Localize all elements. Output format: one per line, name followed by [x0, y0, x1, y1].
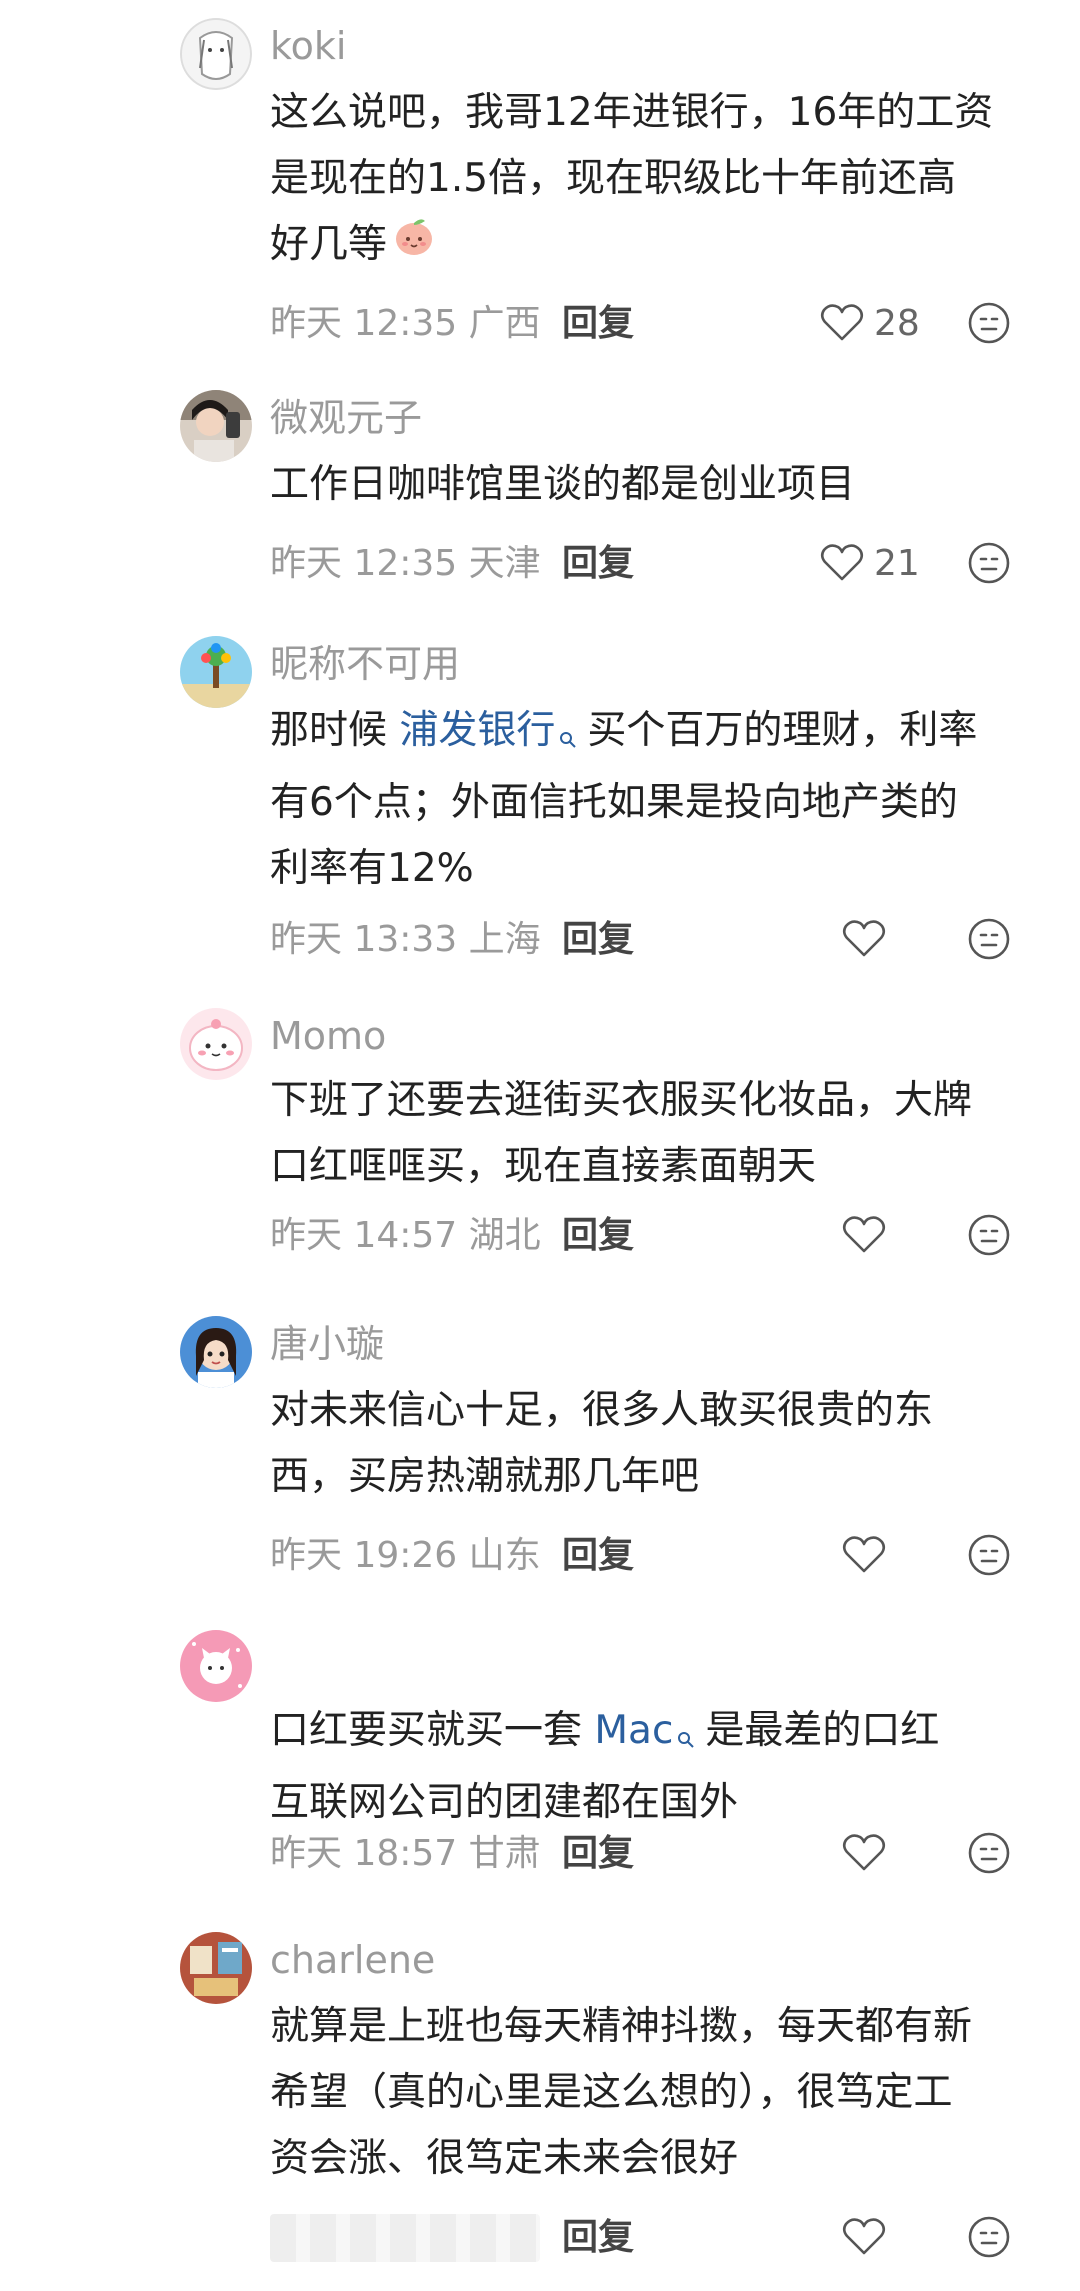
- heart-icon: [842, 2218, 886, 2255]
- dislike-button[interactable]: [966, 1532, 1012, 1582]
- heart-icon: [820, 544, 864, 581]
- reply-button[interactable]: 回复: [562, 1208, 634, 1264]
- dislike-button[interactable]: [966, 540, 1012, 590]
- keyword-link[interactable]: Mac: [594, 1708, 673, 1753]
- search-icon[interactable]: [677, 1704, 695, 1770]
- dislike-button[interactable]: [966, 1212, 1012, 1262]
- heart-icon: [842, 1216, 886, 1253]
- comment-line: 西，买房热潮就那几年吧: [270, 1454, 700, 1499]
- comment-text: 对未来信心十足，很多人敢买很贵的东 西，买房热潮就那几年吧: [270, 1378, 1030, 1510]
- comment-line: 这么说吧，我哥12年进银行，16年的工资: [270, 90, 994, 135]
- comment-meta: 昨天 19:26 山东 回复: [270, 1528, 1040, 1584]
- comment-meta: 昨天 12:35 广西 回复 28: [270, 296, 1040, 352]
- comment-meta: 回复: [270, 2210, 1040, 2266]
- comment-time-location: 昨天 12:35 广西: [270, 303, 541, 344]
- reply-button[interactable]: 回复: [562, 1826, 634, 1882]
- like-count: 21: [874, 543, 920, 584]
- neutral-face-icon: [968, 1534, 1010, 1576]
- reply-button[interactable]: 回复: [562, 912, 634, 968]
- comment-line: 是最差的口红: [705, 1708, 940, 1753]
- avatar[interactable]: [180, 1932, 252, 2004]
- comment-line: 利率有12%: [270, 846, 474, 891]
- neutral-face-icon: [968, 918, 1010, 960]
- comment-line: 好几等: [270, 222, 388, 267]
- comment-text: 这么说吧，我哥12年进银行，16年的工资 是现在的1.5倍，现在职级比十年前还高…: [270, 80, 1030, 280]
- search-icon[interactable]: [559, 704, 577, 770]
- dislike-button[interactable]: [966, 1830, 1012, 1880]
- dislike-button[interactable]: [966, 916, 1012, 966]
- reply-button[interactable]: 回复: [562, 2210, 634, 2266]
- comment-time-location: 昨天 12:35 天津: [270, 543, 541, 584]
- avatar[interactable]: [180, 1008, 252, 1080]
- comment-line: 口红要买就买一套: [270, 1708, 595, 1753]
- comment-line: 是现在的1.5倍，现在职级比十年前还高: [270, 156, 957, 201]
- heart-icon: [842, 1834, 886, 1871]
- avatar[interactable]: [180, 636, 252, 708]
- reply-button[interactable]: 回复: [562, 296, 634, 352]
- username[interactable]: 微观元子: [270, 394, 422, 442]
- heart-icon: [820, 304, 864, 341]
- comment-text: 工作日咖啡馆里谈的都是创业项目: [270, 452, 1030, 518]
- dislike-button[interactable]: [966, 2214, 1012, 2264]
- comment-line: 就算是上班也每天精神抖擞，每天都有新: [270, 2004, 973, 2049]
- keyword-link[interactable]: 浦发银行: [399, 708, 555, 753]
- neutral-face-icon: [968, 1832, 1010, 1874]
- avatar[interactable]: [180, 1630, 252, 1702]
- comment-time-location: 昨天 18:57 甘肃: [270, 1833, 541, 1874]
- comment-time-location: 昨天 19:26 山东: [270, 1535, 541, 1576]
- neutral-face-icon: [968, 542, 1010, 584]
- neutral-face-icon: [968, 1214, 1010, 1256]
- peach-face-emoji-icon: [391, 213, 437, 280]
- avatar[interactable]: [180, 18, 252, 90]
- username[interactable]: Momo: [270, 1012, 386, 1060]
- comment-meta: 昨天 13:33 上海 回复: [270, 912, 1040, 968]
- reply-button[interactable]: 回复: [562, 1528, 634, 1584]
- comment-meta: 昨天 12:35 天津 回复 21: [270, 536, 1040, 592]
- comment-text: 那时候 浦发银行 买个百万的理财，利率 有6个点；外面信托如果是投向地产类的 利率…: [270, 698, 1030, 902]
- dislike-button[interactable]: [966, 300, 1012, 350]
- username[interactable]: koki: [270, 22, 346, 70]
- comment-text: 口红要买就买一套 Mac 是最差的口红 互联网公司的团建都在国外: [270, 1698, 1030, 1836]
- username[interactable]: 唐小璇: [270, 1320, 384, 1368]
- comment-line: 工作日咖啡馆里谈的都是创业项目: [270, 462, 856, 507]
- redacted-time-location: [270, 2214, 540, 2262]
- heart-icon: [842, 920, 886, 957]
- avatar[interactable]: [180, 390, 252, 462]
- comment-line: 那时候: [270, 708, 400, 753]
- neutral-face-icon: [968, 302, 1010, 344]
- comment-line: 口红哐哐买，现在直接素面朝天: [270, 1144, 817, 1189]
- comment-time-location: 昨天 14:57 湖北: [270, 1215, 541, 1256]
- comment-meta: 昨天 18:57 甘肃 回复: [270, 1826, 1040, 1882]
- comment-line: 买个百万的理财，利率: [587, 708, 978, 753]
- heart-icon: [842, 1536, 886, 1573]
- avatar[interactable]: [180, 1316, 252, 1388]
- reply-button[interactable]: 回复: [562, 536, 634, 592]
- username[interactable]: charlene: [270, 1936, 435, 1984]
- comment-line: 下班了还要去逛街买衣服买化妆品，大牌: [270, 1078, 973, 1123]
- comment-time-location: 昨天 13:33 上海: [270, 919, 541, 960]
- comment-line: 希望（真的心里是这么想的），很笃定工: [270, 2070, 953, 2115]
- neutral-face-icon: [968, 2216, 1010, 2258]
- username[interactable]: 昵称不可用: [270, 640, 460, 688]
- comment-line: 资会涨、很笃定未来会很好: [270, 2136, 739, 2181]
- like-count: 28: [874, 303, 920, 344]
- comment-text: 下班了还要去逛街买衣服买化妆品，大牌 口红哐哐买，现在直接素面朝天: [270, 1068, 1030, 1200]
- comment-text: 就算是上班也每天精神抖擞，每天都有新 希望（真的心里是这么想的），很笃定工 资会…: [270, 1994, 1030, 2192]
- comment-meta: 昨天 14:57 湖北 回复: [270, 1208, 1040, 1264]
- comment-line: 对未来信心十足，很多人敢买很贵的东: [270, 1388, 934, 1433]
- comment-line: 有6个点；外面信托如果是投向地产类的: [270, 780, 958, 825]
